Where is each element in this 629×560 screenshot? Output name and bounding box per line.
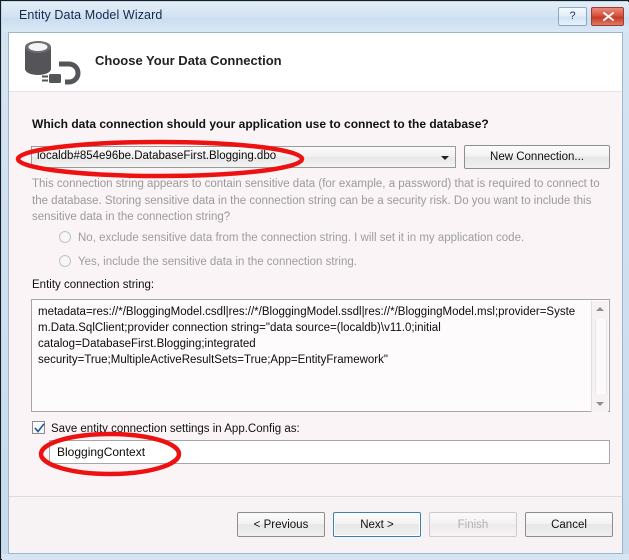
connection-question-label: Which data connection should your applic… (32, 117, 489, 131)
page-title: Choose Your Data Connection (95, 53, 282, 68)
textarea-scrollbar[interactable] (591, 301, 608, 412)
title-bar: Entity Data Model Wizard ? (2, 2, 629, 32)
chevron-down-icon[interactable] (436, 148, 454, 166)
scroll-down-arrow-icon[interactable] (592, 396, 608, 412)
entity-connection-string-textarea[interactable]: metadata=res://*/BloggingModel.csdl|res:… (31, 299, 610, 412)
question-mark-icon: ? (569, 10, 576, 22)
wizard-header: Choose Your Data Connection (9, 33, 622, 92)
radio-exclude-sensitive-label: No, exclude sensitive data from the conn… (78, 232, 525, 244)
dialog-footer: < Previous Next > Finish Cancel (9, 496, 622, 553)
scroll-up-arrow-icon[interactable] (592, 301, 608, 317)
scrollbar-track[interactable] (595, 319, 607, 394)
wizard-body: Which data connection should your applic… (9, 92, 622, 496)
entity-connection-string-value: metadata=res://*/BloggingModel.csdl|res:… (38, 306, 576, 366)
save-settings-checkbox-row[interactable]: Save entity connection settings in App.C… (32, 421, 300, 435)
config-name-value: BloggingContext (57, 445, 146, 459)
cancel-button[interactable]: Cancel (525, 512, 613, 537)
save-settings-checkbox[interactable] (32, 421, 45, 434)
finish-button: Finish (429, 512, 517, 537)
radio-include-sensitive-label: Yes, include the sensitive data in the c… (78, 256, 357, 268)
sensitive-data-warning: This connection string appears to contai… (32, 178, 600, 223)
next-button[interactable]: Next > (333, 512, 421, 537)
data-connection-combobox[interactable]: localdb#854e96be.DatabaseFirst.Blogging.… (31, 146, 456, 168)
config-name-input[interactable]: BloggingContext (49, 440, 610, 464)
entity-connection-string-label: Entity connection string: (32, 279, 155, 291)
radio-circle-icon (59, 231, 71, 243)
database-connection-icon (21, 38, 89, 88)
dialog-window: Entity Data Model Wizard ? Choose Your D… (0, 0, 629, 560)
data-connection-value: localdb#854e96be.DatabaseFirst.Blogging.… (37, 150, 277, 162)
screenshot-root: Entity Data Model Wizard ? Choose Your D… (0, 0, 629, 560)
new-connection-button[interactable]: New Connection... (464, 145, 610, 169)
radio-circle-icon (59, 255, 71, 267)
window-title: Entity Data Model Wizard (19, 8, 163, 22)
help-button[interactable]: ? (558, 7, 587, 26)
checkmark-icon (34, 423, 45, 433)
close-x-icon (603, 12, 614, 21)
close-button[interactable] (591, 7, 624, 26)
radio-include-sensitive[interactable]: Yes, include the sensitive data in the c… (59, 255, 357, 268)
save-settings-checkbox-label: Save entity connection settings in App.C… (51, 423, 300, 435)
radio-exclude-sensitive[interactable]: No, exclude sensitive data from the conn… (59, 231, 524, 244)
previous-button[interactable]: < Previous (237, 512, 325, 537)
